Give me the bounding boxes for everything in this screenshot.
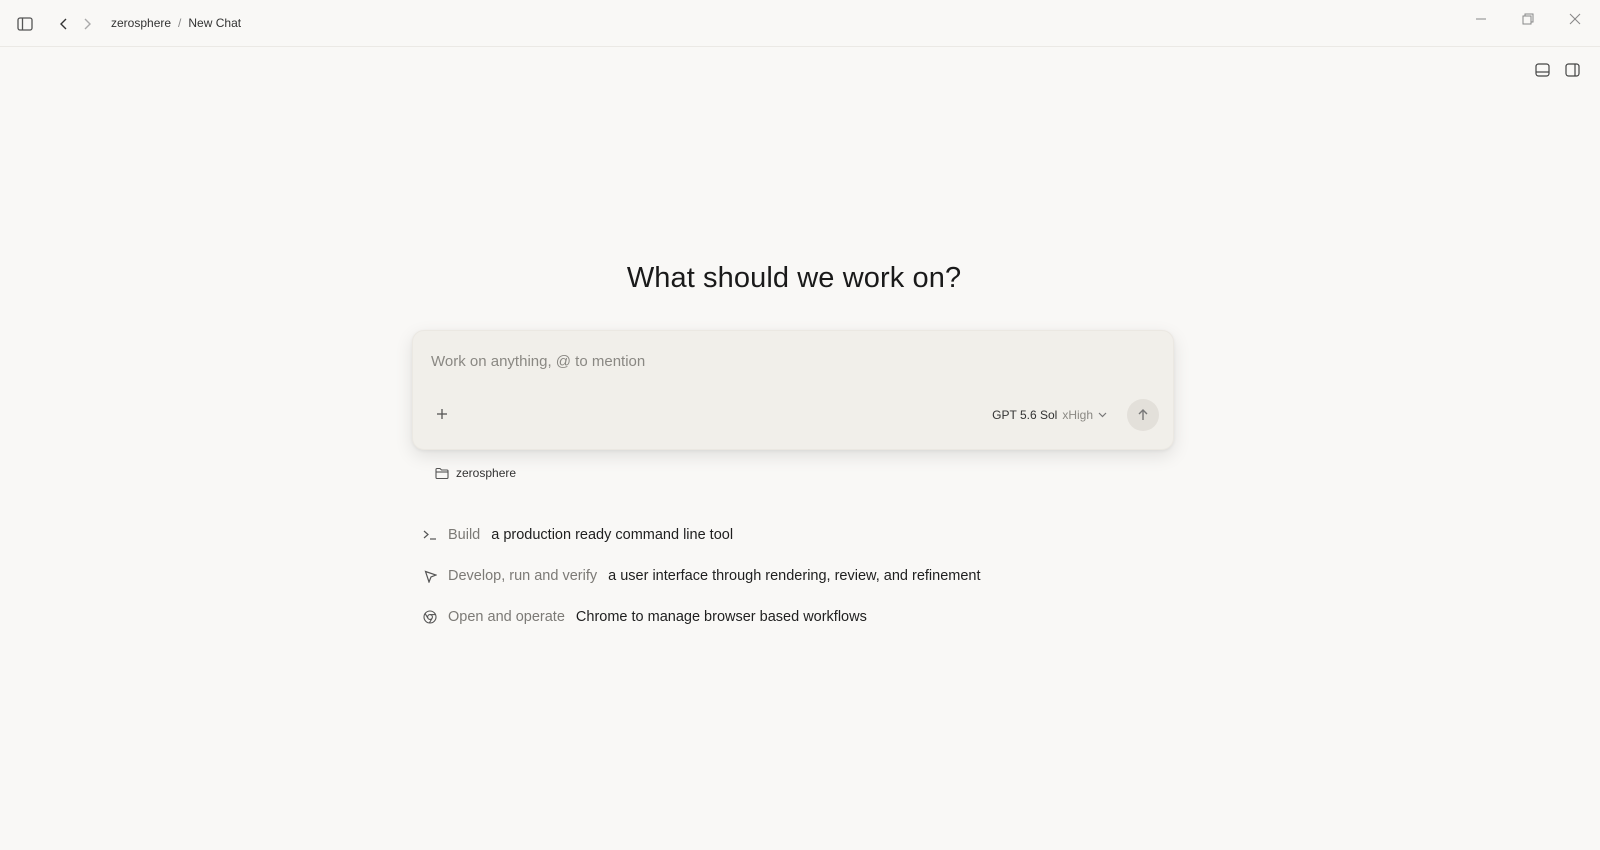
model-name: GPT 5.6 Sol [992,408,1058,422]
sidebar-icon [17,17,33,31]
right-panel-toggle-button[interactable] [1562,60,1582,80]
reasoning-effort: xHigh [1062,408,1093,422]
plus-icon [437,409,447,419]
chevron-left-icon [60,18,67,30]
folder-icon [435,467,449,479]
close-icon [1569,13,1581,25]
right-panel-icon [1564,63,1580,77]
chrome-icon [422,609,438,625]
sidebar-toggle-button[interactable] [15,14,35,34]
breadcrumb-separator: / [178,16,182,30]
model-selector[interactable]: GPT 5.6 Sol xHigh [992,408,1107,422]
suggestion-verb: Develop, run and verify [448,568,598,584]
workspace-folder-chip[interactable]: zerosphere [435,466,516,480]
page-heading: What should we work on? [626,262,962,294]
arrow-up-icon [1138,409,1148,420]
breadcrumb: zerosphere / New Chat [111,16,241,30]
restore-button[interactable] [1517,8,1539,30]
prompt-input[interactable] [431,349,1151,373]
terminal-icon [422,527,438,543]
chevron-right-icon [84,18,91,30]
add-attachment-button[interactable] [431,403,453,425]
suggestion-verb: Open and operate [448,609,565,625]
suggestion-item[interactable]: Develop, run and verify a user interface… [422,565,981,587]
back-button[interactable] [55,14,73,34]
suggestion-verb: Build [448,527,481,543]
chevron-down-icon [1098,412,1107,418]
breadcrumb-workspace[interactable]: zerosphere [111,16,171,30]
folder-label: zerosphere [456,466,517,480]
restore-icon [1522,13,1534,25]
minimize-button[interactable] [1470,8,1492,30]
suggestion-item[interactable]: Build a production ready command line to… [422,524,981,546]
breadcrumb-page[interactable]: New Chat [188,16,241,30]
minimize-icon [1476,18,1486,20]
bottom-panel-toggle-button[interactable] [1532,60,1552,80]
composer: GPT 5.6 Sol xHigh [412,330,1174,450]
suggestion-list: Build a production ready command line to… [422,524,981,647]
send-button[interactable] [1127,399,1159,431]
bottom-panel-icon [1534,63,1550,77]
close-button[interactable] [1564,8,1586,30]
suggestion-item[interactable]: Open and operate Chrome to manage browse… [422,606,981,628]
forward-button[interactable] [78,14,96,34]
suggestion-object: a user interface through rendering, revi… [608,568,981,584]
suggestion-object: a production ready command line tool [491,527,734,543]
cursor-arrow-icon [422,568,438,584]
suggestion-object: Chrome to manage browser based workflows [575,609,867,625]
panel-toggles [1532,60,1582,80]
title-bar: zerosphere / New Chat [0,0,1600,47]
